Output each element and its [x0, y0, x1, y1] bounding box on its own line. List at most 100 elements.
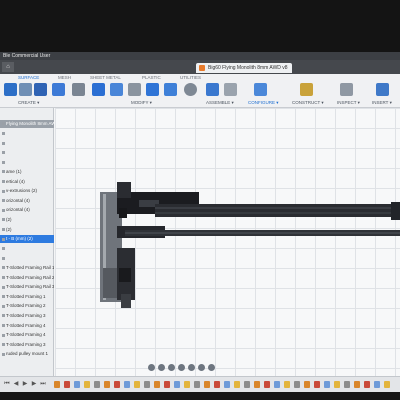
shell-icon[interactable] — [128, 83, 141, 96]
browser-item[interactable] — [0, 130, 54, 138]
timeline-feature-icon[interactable] — [84, 381, 90, 388]
browser-item[interactable] — [0, 245, 54, 253]
sweep-icon[interactable] — [72, 83, 85, 96]
construct-plane-icon[interactable] — [300, 83, 313, 96]
gantry-model[interactable] — [100, 182, 400, 308]
timeline-feature-icon[interactable] — [334, 381, 340, 388]
insert-image-icon[interactable] — [376, 83, 389, 96]
browser-item[interactable]: T-Slotted Framing 4 — [0, 331, 54, 339]
browser-item[interactable] — [0, 149, 54, 157]
timeline-feature-icon[interactable] — [114, 381, 120, 388]
timeline-feature-icon[interactable] — [144, 381, 150, 388]
browser-item[interactable]: Flying Monolith 8mm AW — [0, 120, 54, 128]
orbit-icon[interactable] — [148, 363, 155, 371]
browser-item[interactable] — [0, 254, 54, 262]
home-icon[interactable]: ⌂ — [2, 62, 14, 72]
surface-tool-icon[interactable] — [4, 83, 17, 96]
zoom-icon[interactable] — [168, 363, 175, 371]
timeline-feature-icon[interactable] — [214, 381, 220, 388]
timeline-feature-icon[interactable] — [234, 381, 240, 388]
loft-icon[interactable] — [52, 83, 65, 96]
browser-item[interactable]: orizontal (4) — [0, 206, 54, 214]
timeline-feature-icon[interactable] — [374, 381, 380, 388]
browser-item[interactable]: v-extrusions (2) — [0, 187, 54, 195]
tab-plastic[interactable]: PLASTIC — [142, 75, 161, 80]
timeline-feature-icon[interactable] — [204, 381, 210, 388]
browser-item[interactable]: (2) — [0, 216, 54, 224]
timeline-end-icon[interactable]: ⏭ — [40, 381, 46, 388]
fillet-icon[interactable] — [110, 83, 123, 96]
browser-item[interactable]: ertical (4) — [0, 178, 54, 186]
document-tab[interactable]: Big60 Flying Monolith 8mm AWD v8 — [196, 63, 292, 73]
timeline-feature-icon[interactable] — [294, 381, 300, 388]
timeline-feature-icon[interactable] — [264, 381, 270, 388]
modify-menu[interactable]: MODIFY ▾ — [131, 100, 152, 106]
browser-item[interactable]: t - B (mm) (2) — [0, 235, 54, 244]
timeline-feature-icon[interactable] — [134, 381, 140, 388]
timeline-feature-icon[interactable] — [284, 381, 290, 388]
extrude-icon[interactable] — [34, 83, 47, 96]
browser-item[interactable]: T-Slotted Framing 3 — [0, 312, 54, 320]
tab-utilities[interactable]: UTILITIES — [180, 75, 201, 80]
browser-item[interactable]: (2) — [0, 226, 54, 234]
create-menu[interactable]: CREATE ▾ — [18, 100, 39, 106]
timeline-feature-icon[interactable] — [364, 381, 370, 388]
browser-item[interactable]: T-Slotted Framing 1 — [0, 293, 54, 301]
browser-item[interactable]: T-Slotted Framing 4 — [0, 322, 54, 330]
joint-icon[interactable] — [184, 83, 197, 96]
browser-item[interactable] — [0, 139, 54, 147]
browser-item[interactable]: ame (1) — [0, 168, 54, 176]
timeline-feature-icon[interactable] — [104, 381, 110, 388]
timeline-feature-icon[interactable] — [154, 381, 160, 388]
timeline-feature-icon[interactable] — [384, 381, 390, 388]
timeline-feature-icon[interactable] — [354, 381, 360, 388]
timeline-next-icon[interactable]: ▶ — [31, 381, 37, 388]
timeline-feature-icon[interactable] — [164, 381, 170, 388]
browser-item[interactable]: T-Slotted Framing Rail 1 — [0, 264, 54, 272]
inspect-menu[interactable]: INSPECT ▾ — [337, 100, 360, 106]
timeline-feature-icon[interactable] — [314, 381, 320, 388]
fit-icon[interactable] — [178, 363, 185, 371]
timeline-feature-icon[interactable] — [54, 381, 60, 388]
timeline-feature-icon[interactable] — [324, 381, 330, 388]
browser-item[interactable]: orizontal (4) — [0, 197, 54, 205]
assemble-menu[interactable]: ASSEMBLE ▾ — [206, 100, 234, 106]
timeline-feature-icon[interactable] — [184, 381, 190, 388]
insert-menu[interactable]: INSERT ▾ — [372, 100, 392, 106]
pan-icon[interactable] — [158, 363, 165, 371]
browser-item[interactable]: T-Slotted Framing Rail 3 — [0, 283, 54, 291]
timeline-feature-icon[interactable] — [124, 381, 130, 388]
offset-plane-icon[interactable] — [254, 83, 267, 96]
browser-item[interactable]: ruded pulley mount 1 — [0, 350, 54, 358]
timeline-play-icon[interactable]: ▶ — [22, 381, 28, 388]
timeline-feature-icon[interactable] — [274, 381, 280, 388]
browser-item[interactable]: T-Slotted Framing 2 — [0, 302, 54, 310]
timeline-feature-icon[interactable] — [64, 381, 70, 388]
press-pull-icon[interactable] — [92, 83, 105, 96]
grid-settings-icon[interactable] — [198, 363, 205, 371]
timeline-feature-icon[interactable] — [254, 381, 260, 388]
move-icon[interactable] — [164, 83, 177, 96]
browser-item[interactable]: T-Slotted Framing Rail 2 — [0, 274, 54, 282]
tab-mesh[interactable]: MESH — [58, 75, 71, 80]
construct-menu[interactable]: CONSTRUCT ▾ — [292, 100, 324, 106]
timeline-feature-icon[interactable] — [74, 381, 80, 388]
patch-tool-icon[interactable] — [19, 83, 32, 96]
timeline-prev-icon[interactable]: ◀ — [13, 381, 19, 388]
timeline-feature-icon[interactable] — [174, 381, 180, 388]
tab-surface[interactable]: SURFACE — [18, 75, 39, 80]
combine-icon[interactable] — [146, 83, 159, 96]
viewports-icon[interactable] — [208, 363, 215, 371]
measure-icon[interactable] — [340, 83, 353, 96]
configure-menu[interactable]: CONFIGURE ▾ — [248, 100, 279, 106]
timeline-feature-icon[interactable] — [304, 381, 310, 388]
timeline-feature-icon[interactable] — [224, 381, 230, 388]
timeline-start-icon[interactable]: ⏮ — [4, 381, 10, 388]
timeline-feature-icon[interactable] — [194, 381, 200, 388]
parameters-icon[interactable] — [224, 83, 237, 96]
3d-viewport[interactable] — [55, 108, 400, 376]
display-settings-icon[interactable] — [188, 363, 195, 371]
timeline-feature-icon[interactable] — [344, 381, 350, 388]
timeline-feature-icon[interactable] — [94, 381, 100, 388]
browser-item[interactable] — [0, 158, 54, 166]
